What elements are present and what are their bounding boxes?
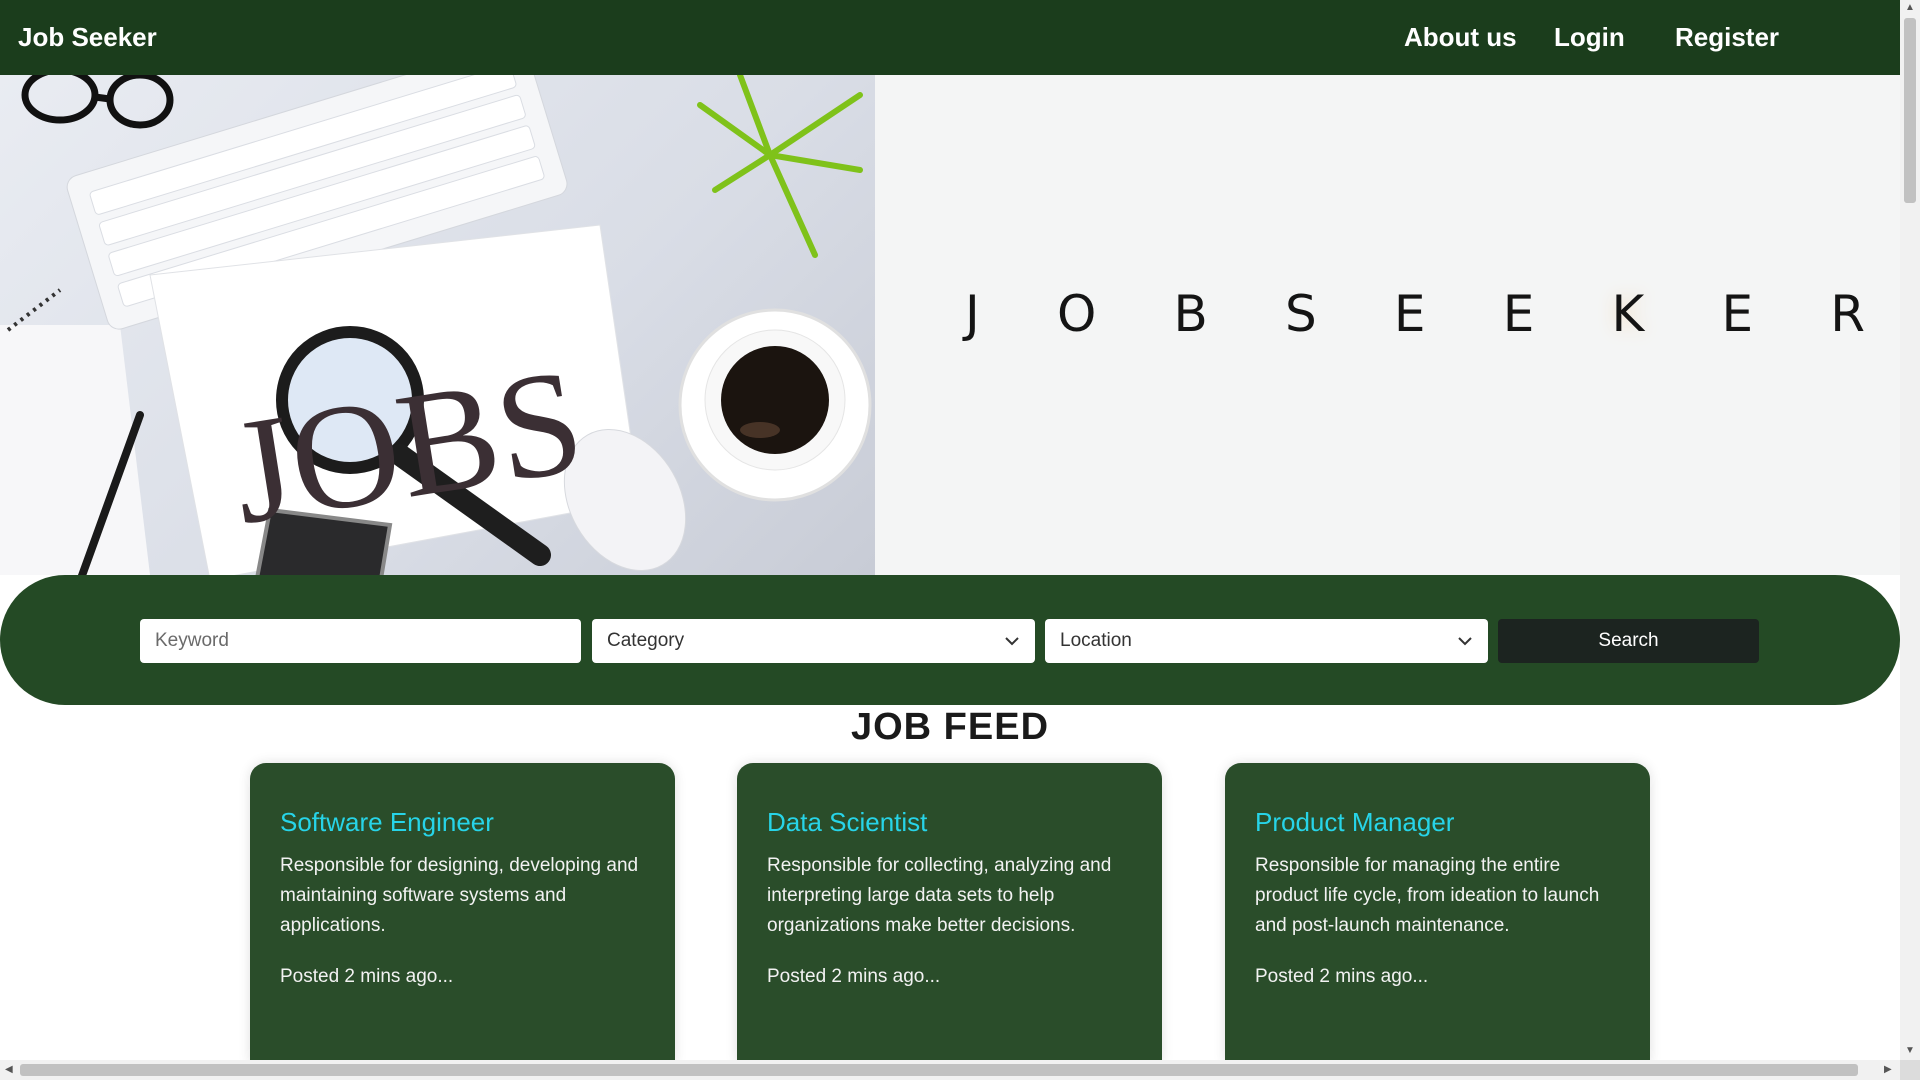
brand-logo-text[interactable]: Job Seeker	[18, 22, 157, 53]
top-navbar: Job Seeker About us Login Register	[0, 0, 1900, 75]
chevron-down-icon	[1458, 637, 1472, 646]
job-card-title[interactable]: Product Manager	[1255, 807, 1454, 838]
hero-image: JOBS	[0, 75, 875, 575]
vertical-scroll-thumb[interactable]	[1904, 18, 1916, 203]
hero-letter: J	[965, 285, 980, 343]
job-card-description: Responsible for collecting, analyzing an…	[767, 855, 1112, 936]
vertical-scrollbar[interactable]: ▲ ▼	[1900, 0, 1920, 1060]
keyword-input[interactable]	[140, 619, 581, 663]
job-feed-title: JOB FEED	[850, 706, 1050, 748]
hero-letter: E	[1502, 285, 1535, 343]
hero-letter-highlight: K	[1611, 285, 1645, 343]
hero-letter: B	[1173, 285, 1208, 343]
scroll-right-arrow-icon[interactable]: ▶	[1884, 1064, 1892, 1075]
job-card[interactable]: Data Scientist Responsible for collectin…	[737, 763, 1162, 1063]
nav-register-link[interactable]: Register	[1675, 22, 1779, 53]
job-card[interactable]: Product Manager Responsible for managing…	[1225, 763, 1650, 1063]
hero-letter: S	[1284, 285, 1317, 343]
search-bar: Category Location Search	[0, 575, 1900, 705]
job-card-posted-time: Posted 2 mins ago...	[280, 966, 454, 987]
job-card-description: Responsible for designing, developing an…	[280, 855, 639, 936]
hero-title: J O B S E E K E R	[965, 285, 1865, 343]
search-button[interactable]: Search	[1498, 619, 1759, 663]
job-card-posted-time: Posted 2 mins ago...	[767, 966, 941, 987]
hero-title-panel: J O B S E E K E R	[875, 75, 1900, 575]
horizontal-scrollbar[interactable]: ◀ ▶	[0, 1060, 1900, 1080]
hero-letter: E	[1721, 285, 1754, 343]
job-card-posted-time: Posted 2 mins ago...	[1255, 966, 1429, 987]
scroll-down-arrow-icon[interactable]: ▼	[1905, 1045, 1915, 1056]
horizontal-scroll-thumb[interactable]	[20, 1064, 1858, 1076]
category-select-label: Category	[607, 630, 685, 651]
hero-letter: O	[1056, 285, 1097, 343]
scroll-left-arrow-icon[interactable]: ◀	[5, 1064, 13, 1075]
hero-letter: E	[1393, 285, 1426, 343]
desk-illustration: JOBS	[0, 75, 872, 575]
hero-letter: R	[1830, 285, 1865, 343]
category-select[interactable]: Category	[592, 619, 1035, 663]
job-card-description: Responsible for managing the entire prod…	[1255, 855, 1600, 936]
location-select-label: Location	[1060, 630, 1132, 651]
job-card[interactable]: Software Engineer Responsible for design…	[250, 763, 675, 1063]
scroll-up-arrow-icon[interactable]: ▲	[1905, 2, 1915, 13]
nav-login-link[interactable]: Login	[1554, 22, 1625, 53]
location-select[interactable]: Location	[1045, 619, 1488, 663]
nav-about-us-link[interactable]: About us	[1404, 22, 1517, 53]
chevron-down-icon	[1005, 637, 1019, 646]
scrollbar-corner	[1900, 1060, 1920, 1080]
job-card-title[interactable]: Software Engineer	[280, 807, 494, 838]
job-card-title[interactable]: Data Scientist	[767, 807, 927, 838]
